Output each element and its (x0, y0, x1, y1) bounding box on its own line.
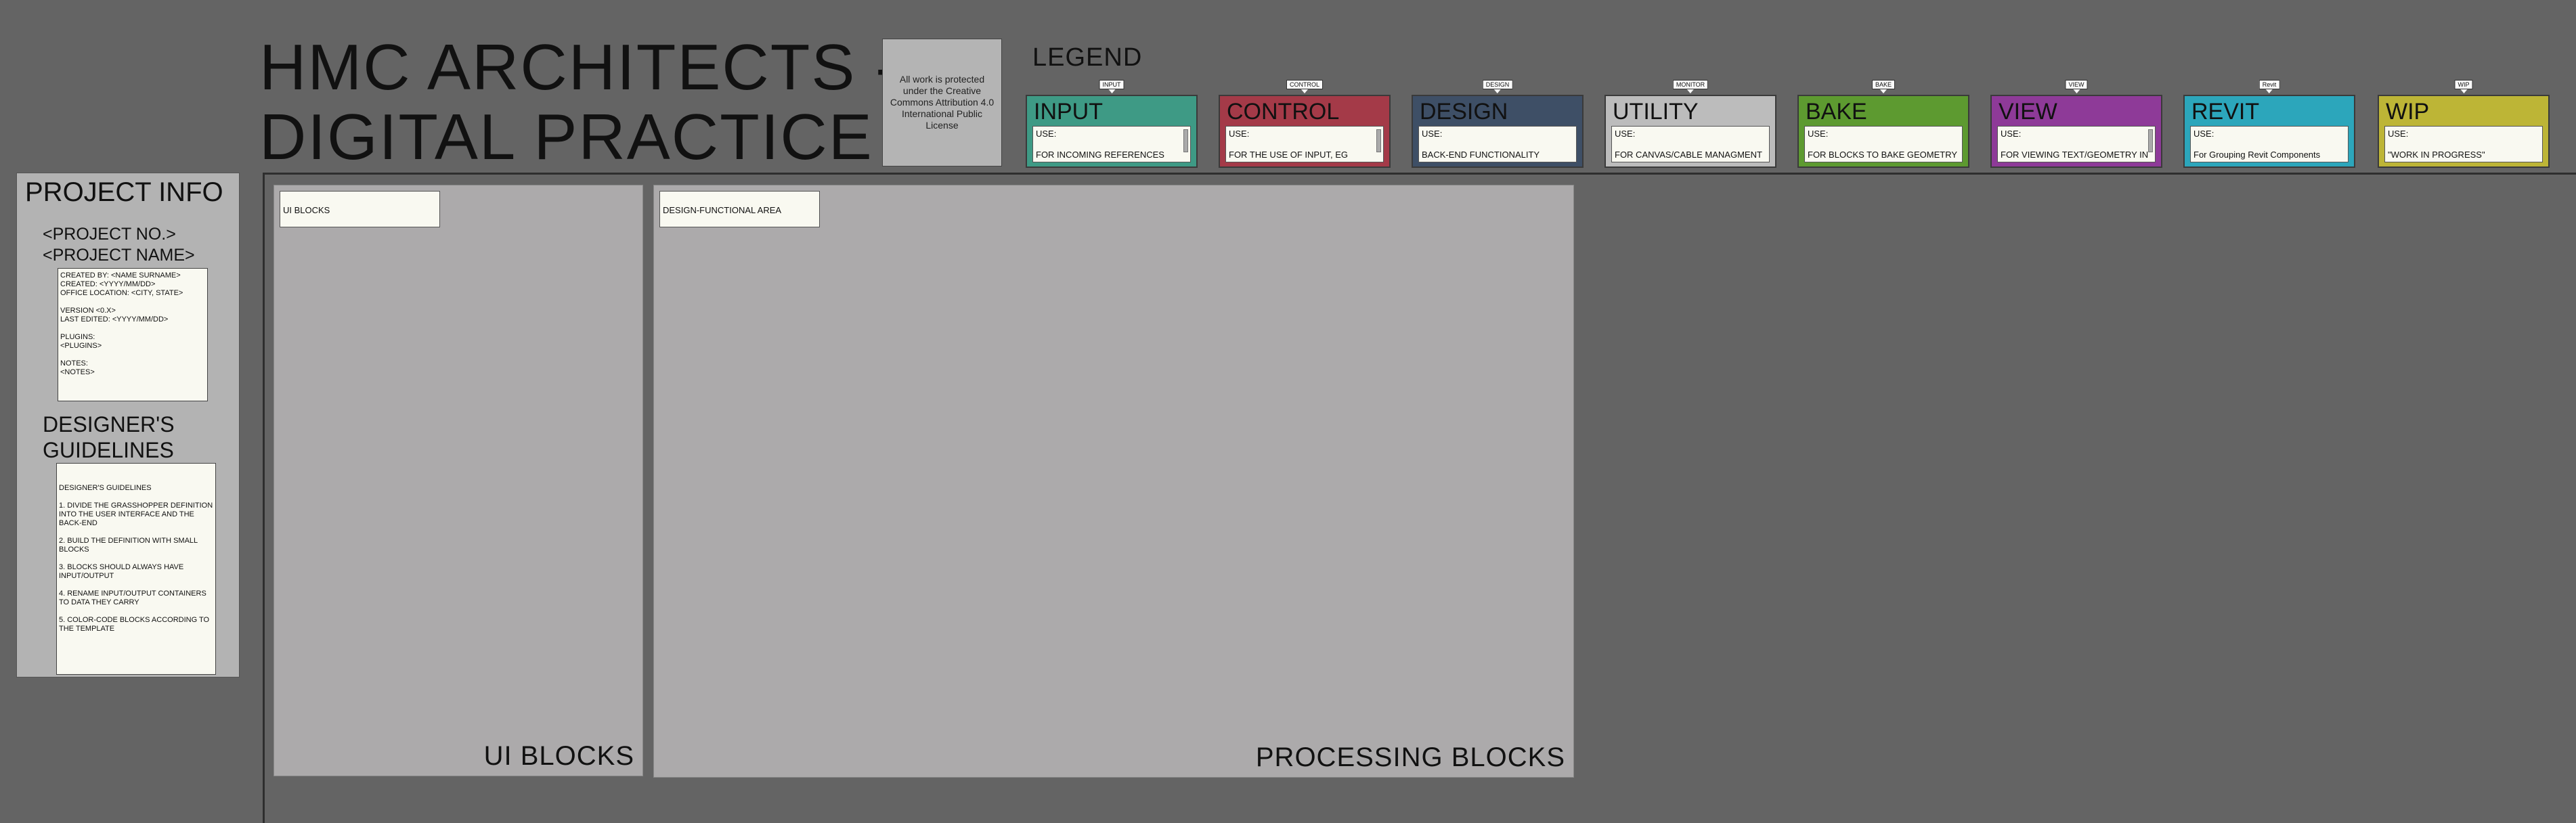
legend-use-desc: FOR VIEWING TEXT/GEOMETRY IN (2001, 150, 2149, 160)
legend-panel-revit[interactable]: USE: For Grouping Revit Components (2190, 126, 2349, 162)
legend-use-desc: FOR INCOMING REFERENCES (1036, 150, 1164, 160)
legend-use-label: USE: (1036, 129, 1057, 139)
legend-panel-utility[interactable]: USE: FOR CANVAS/CABLE MANAGMENT (1611, 126, 1770, 162)
page-title: HMC ARCHITECTS - DIGITAL PRACTICE (259, 32, 898, 172)
processing-blocks-label: PROCESSING BLOCKS (1255, 742, 1565, 772)
processing-blocks-group[interactable]: DESIGN-FUNCTIONAL AREA PROCESSING BLOCKS (653, 185, 1574, 778)
legend-group-input[interactable]: INPUT INPUT USE: FOR INCOMING REFERENCES (1026, 80, 1198, 168)
legend-panel-control[interactable]: USE: FOR THE USE OF INPUT, EG (1225, 126, 1384, 162)
legend-group-utility[interactable]: MONITOR UTILITY USE: FOR CANVAS/CABLE MA… (1604, 80, 1776, 168)
canvas-edge-vertical (263, 173, 265, 823)
legend-panel-view[interactable]: USE: FOR VIEWING TEXT/GEOMETRY IN (1997, 126, 2156, 162)
ui-blocks-group[interactable]: UI BLOCKS UI BLOCKS (274, 185, 643, 776)
legend-use-label: USE: (1615, 129, 1636, 139)
legend-title: LEGEND (1032, 43, 1143, 72)
legend-use-desc: FOR CANVAS/CABLE MANAGMENT (1615, 150, 1762, 160)
ui-blocks-label: UI BLOCKS (483, 741, 634, 771)
guidelines-title: DESIGNER'S GUIDELINES (43, 412, 192, 463)
project-name: <PROJECT NAME> (43, 246, 195, 265)
legend-use-label: USE: (1422, 129, 1443, 139)
panel-scrollbar[interactable] (1376, 129, 1381, 152)
legend-tag-revit: Revit (2258, 80, 2280, 89)
legend-name-revit: REVIT (2191, 99, 2260, 125)
legend-panel-input[interactable]: USE: FOR INCOMING REFERENCES (1032, 126, 1191, 162)
legend-tag-utility: MONITOR (1672, 80, 1709, 89)
legend-group-revit[interactable]: Revit REVIT USE: For Grouping Revit Comp… (2183, 80, 2355, 168)
project-number: <PROJECT NO.> (43, 225, 176, 244)
legend-group-wip[interactable]: WIP WIP USE: "WORK IN PROGRESS" (2378, 80, 2550, 168)
legend-tag-input: INPUT (1099, 80, 1125, 89)
legend-group-control[interactable]: CONTROL CONTROL USE: FOR THE USE OF INPU… (1219, 80, 1391, 168)
title-line-1: HMC ARCHITECTS - (259, 31, 898, 104)
legend-name-control: CONTROL (1227, 99, 1340, 125)
legend-use-label: USE: (2193, 129, 2214, 139)
project-info-title: PROJECT INFO (25, 177, 223, 207)
legend-name-input: INPUT (1034, 99, 1103, 125)
legend-use-label: USE: (1808, 129, 1829, 139)
guidelines-title-text: DESIGNER'S GUIDELINES (43, 412, 175, 462)
legend-tag-bake: BAKE (1871, 80, 1896, 89)
legend-panel-bake[interactable]: USE: FOR BLOCKS TO BAKE GEOMETRY (1804, 126, 1963, 162)
legend-name-bake: BAKE (1806, 99, 1867, 125)
legend-use-desc: FOR BLOCKS TO BAKE GEOMETRY (1808, 150, 1958, 160)
legend-name-design: DESIGN (1420, 99, 1508, 125)
legend-tag-view: VIEW (2065, 80, 2088, 89)
project-info-group[interactable]: PROJECT INFO <PROJECT NO.> <PROJECT NAME… (16, 173, 240, 677)
panel-scrollbar[interactable] (2148, 129, 2153, 152)
legend-use-label: USE: (1229, 129, 1250, 139)
legend-panel-design[interactable]: USE: BACK-END FUNCTIONALITY (1418, 126, 1577, 162)
guidelines-panel[interactable]: DESIGNER'S GUIDELINES 1. DIVIDE THE GRAS… (56, 463, 216, 675)
legend-use-desc: For Grouping Revit Components (2193, 150, 2321, 160)
legend-name-view: VIEW (1999, 99, 2057, 125)
legend-name-wip: WIP (2386, 99, 2430, 125)
license-panel[interactable]: All work is protected under the Creative… (882, 39, 1002, 166)
design-functional-area-panel[interactable]: DESIGN-FUNCTIONAL AREA (659, 191, 820, 227)
legend-group-bake[interactable]: BAKE BAKE USE: FOR BLOCKS TO BAKE GEOMET… (1797, 80, 1969, 168)
project-details-panel[interactable]: CREATED BY: <NAME SURNAME> CREATED: <YYY… (58, 268, 208, 401)
legend-use-desc: FOR THE USE OF INPUT, EG (1229, 150, 1349, 160)
license-text: All work is protected under the Creative… (890, 74, 995, 131)
legend-name-utility: UTILITY (1613, 99, 1699, 125)
legend-panel-wip[interactable]: USE: "WORK IN PROGRESS" (2384, 126, 2543, 162)
legend-use-label: USE: (2388, 129, 2409, 139)
legend-tag-design: DESIGN (1482, 80, 1513, 89)
legend-group-design[interactable]: DESIGN DESIGN USE: BACK-END FUNCTIONALIT… (1412, 80, 1584, 168)
legend-tag-wip: WIP (2454, 80, 2473, 89)
legend-use-label: USE: (2001, 129, 2022, 139)
legend-use-desc: "WORK IN PROGRESS" (2388, 150, 2485, 160)
panel-scrollbar[interactable] (1183, 129, 1188, 152)
ui-blocks-tag-panel[interactable]: UI BLOCKS (280, 191, 440, 227)
legend-use-desc: BACK-END FUNCTIONALITY (1422, 150, 1540, 160)
title-line-2: DIGITAL PRACTICE (259, 101, 873, 173)
legend-group-view[interactable]: VIEW VIEW USE: FOR VIEWING TEXT/GEOMETRY… (1990, 80, 2162, 168)
legend-tag-control: CONTROL (1286, 80, 1324, 89)
